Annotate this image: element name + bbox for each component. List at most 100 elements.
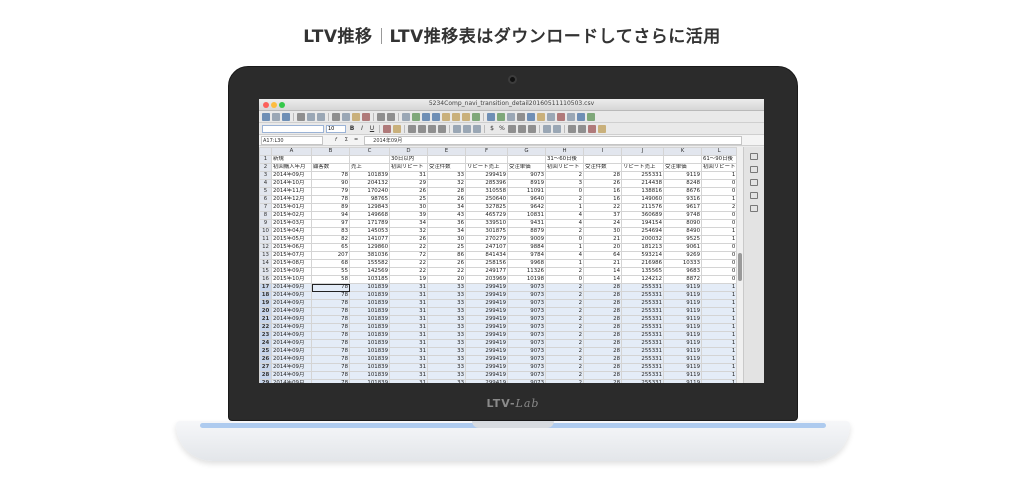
cell[interactable]: 28 (583, 323, 622, 332)
row-header[interactable]: 28 (259, 371, 272, 380)
cell[interactable]: 9073 (507, 307, 546, 316)
row-header[interactable]: 29 (259, 379, 272, 383)
image-icon[interactable] (487, 112, 495, 121)
sort-ascending-icon[interactable] (452, 112, 460, 121)
table-row[interactable]: 9 2015年03月 97 171789 34 36 339510 9431 4 24 194154… (259, 219, 738, 228)
cell[interactable]: 9431 (507, 219, 546, 228)
column-header[interactable]: A (271, 147, 312, 156)
table-row[interactable]: 11 2015年05月 82 141077 26 30 270279 9009 0 21 20003… (259, 235, 738, 244)
cell[interactable]: 9640 (507, 195, 546, 204)
cell[interactable]: 9073 (507, 363, 546, 372)
cell[interactable]: 9073 (507, 339, 546, 348)
cell[interactable]: 4 (545, 251, 584, 260)
cell[interactable]: 78 (311, 171, 350, 180)
table-row[interactable]: 17 2014年09月 78 101839 31 33 299419 9073 2 28 25533… (259, 283, 738, 292)
cell[interactable]: 9525 (663, 235, 702, 244)
cell[interactable]: 33 (427, 299, 466, 308)
row-header[interactable]: 1 (259, 155, 272, 164)
cell[interactable]: 9073 (507, 323, 546, 332)
cell[interactable]: 181213 (621, 243, 664, 252)
cell[interactable]: 1 (700, 347, 738, 356)
cell[interactable]: 33 (427, 355, 466, 364)
cell[interactable]: 28 (583, 171, 622, 180)
cell[interactable]: 20 (583, 243, 622, 252)
table-row[interactable]: 13 2015年07月 207 381036 72 86 841434 9784 4 64 5932… (259, 251, 738, 260)
cell[interactable]: 299419 (465, 315, 508, 324)
cell[interactable]: 101839 (349, 299, 390, 308)
row-header[interactable]: 4 (259, 179, 272, 188)
properties-icon[interactable] (750, 153, 758, 160)
cell[interactable]: 103185 (349, 275, 390, 284)
clone-formatting-icon[interactable] (362, 112, 370, 121)
cell[interactable]: 10198 (507, 275, 546, 284)
cell[interactable]: 9784 (507, 251, 546, 260)
cell[interactable]: 2 (545, 291, 584, 300)
cell[interactable]: 30 (389, 203, 428, 212)
cell[interactable]: 299419 (465, 307, 508, 316)
cell[interactable]: 203969 (465, 275, 508, 284)
cell[interactable]: 841434 (465, 251, 508, 260)
row-header[interactable]: 9 (259, 219, 272, 228)
cell[interactable]: 97 (311, 219, 350, 228)
cell[interactable]: 1 (700, 307, 738, 316)
cell[interactable]: 1 (700, 227, 738, 236)
cell[interactable] (583, 155, 622, 164)
cell[interactable]: 28 (583, 299, 622, 308)
table-row[interactable]: 2 初回購入年月 顧客数 売上 初回リピート 受注件数 リピート売上 受注単価 初回リピート 受注… (259, 163, 738, 172)
column-header[interactable]: G (507, 147, 546, 156)
cell[interactable]: 2014年09月 (271, 371, 312, 380)
cell[interactable]: 78 (311, 371, 350, 380)
cell[interactable]: 33 (427, 283, 466, 292)
borders-icon[interactable] (568, 124, 576, 133)
undo-icon[interactable] (377, 112, 385, 121)
new-document-icon[interactable] (262, 112, 270, 121)
row-header[interactable]: 22 (259, 323, 272, 332)
cell[interactable]: 32 (427, 179, 466, 188)
cell[interactable] (349, 155, 390, 164)
cell[interactable]: 31 (389, 339, 428, 348)
cell[interactable]: 78 (311, 347, 350, 356)
cell[interactable]: 82 (311, 235, 350, 244)
cell[interactable]: 9009 (507, 235, 546, 244)
cell[interactable]: 255331 (621, 299, 664, 308)
cell[interactable]: 9119 (663, 291, 702, 300)
cell[interactable]: 31 (389, 291, 428, 300)
chart-icon[interactable] (497, 112, 505, 121)
cell[interactable]: 247107 (465, 243, 508, 252)
cell[interactable]: 9073 (507, 371, 546, 380)
gallery-icon[interactable] (750, 179, 758, 186)
cell[interactable]: 101839 (349, 371, 390, 380)
cell[interactable]: 78 (311, 363, 350, 372)
font-name-combobox[interactable] (262, 124, 324, 133)
cell[interactable]: 299419 (465, 347, 508, 356)
italic-icon[interactable]: I (358, 125, 366, 132)
cell[interactable]: 78 (311, 339, 350, 348)
cell[interactable]: 299419 (465, 331, 508, 340)
cell[interactable]: 254694 (621, 227, 664, 236)
table-row[interactable]: 27 2014年09月 78 101839 31 33 299419 9073 2 28 25533… (259, 363, 738, 372)
cell[interactable]: 9119 (663, 379, 702, 383)
table-row[interactable]: 24 2014年09月 78 101839 31 33 299419 9073 2 28 25533… (259, 339, 738, 348)
cell[interactable] (427, 155, 466, 164)
cell[interactable]: 68 (311, 259, 350, 268)
cell[interactable]: 8879 (507, 227, 546, 236)
column-header[interactable]: C (349, 147, 390, 156)
cell[interactable]: 37 (583, 211, 622, 220)
cell[interactable]: 9119 (663, 339, 702, 348)
background-color-icon[interactable] (598, 124, 606, 133)
cell[interactable]: 255331 (621, 307, 664, 316)
cell[interactable]: 2 (545, 315, 584, 324)
table-row[interactable]: 26 2014年09月 78 101839 31 33 299419 9073 2 28 25533… (259, 355, 738, 364)
cell[interactable]: 33 (427, 291, 466, 300)
column-header[interactable]: B (311, 147, 350, 156)
cell[interactable]: 28 (583, 283, 622, 292)
cell[interactable]: リピート売上 (621, 163, 664, 172)
cell[interactable]: 4 (545, 211, 584, 220)
cell[interactable]: 2014年10月 (271, 179, 312, 188)
column-header[interactable]: L (700, 147, 738, 156)
cell[interactable]: 61〜90日後 (700, 155, 738, 164)
cell[interactable]: 1 (700, 171, 738, 180)
column-header[interactable]: I (583, 147, 622, 156)
freeze-rows-icon[interactable] (567, 112, 575, 121)
cell[interactable]: 28 (583, 371, 622, 380)
